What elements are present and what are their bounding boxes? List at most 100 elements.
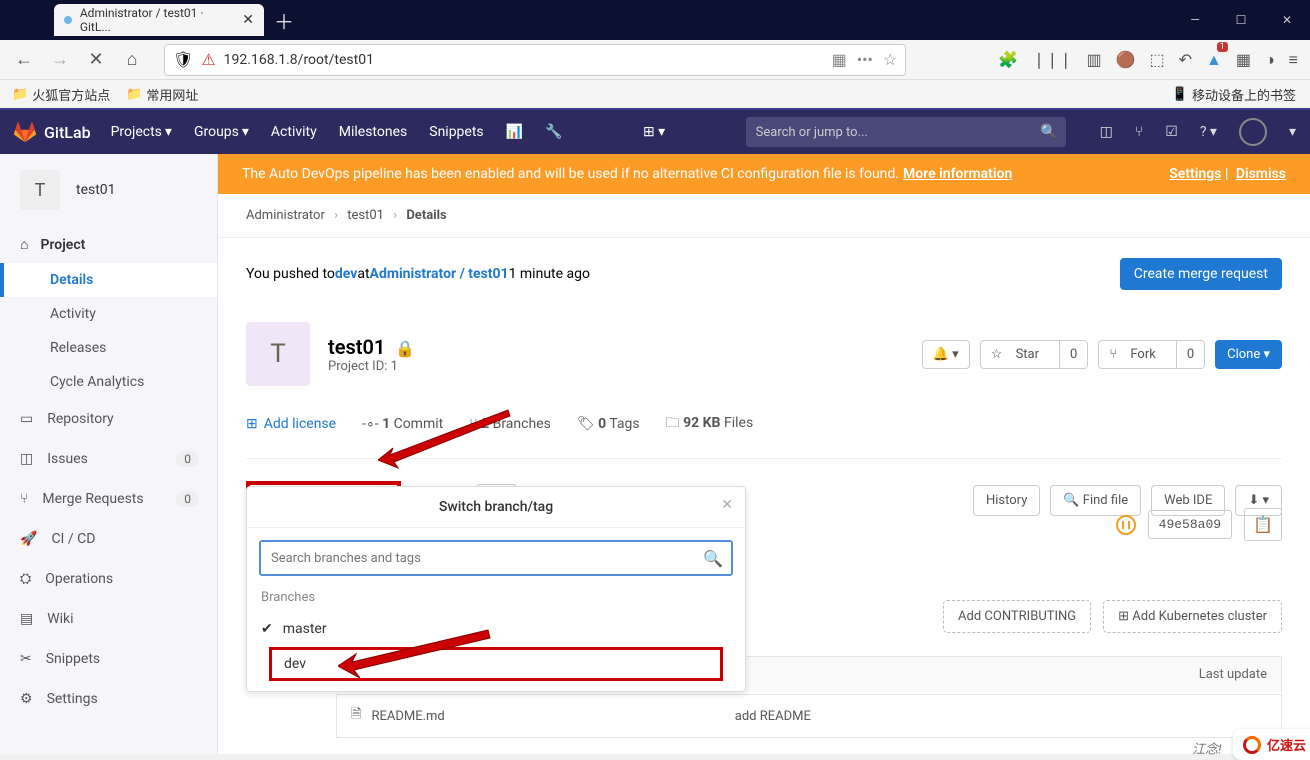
url-input[interactable]: 🛡 ⚠ 192.168.1.8/root/test01 ▦ ••• ☆ xyxy=(164,44,906,76)
tags-stat[interactable]: 🏷 0 Tags xyxy=(577,416,640,432)
todos-icon[interactable]: ☑ xyxy=(1165,124,1178,140)
breadcrumb: Administrator › test01 › Details xyxy=(218,194,1310,238)
stop-button[interactable]: ✕ xyxy=(84,49,108,70)
clone-button[interactable]: Clone ▾ xyxy=(1215,340,1282,369)
breadcrumb-project[interactable]: test01 xyxy=(347,208,384,223)
sidebar-operations[interactable]: ⛭Operations xyxy=(0,559,217,599)
project-tile[interactable]: T test01 xyxy=(0,154,217,226)
grid-icon[interactable]: ▦ xyxy=(1236,50,1251,69)
annotation-arrow-icon xyxy=(378,400,518,470)
push-branch-link[interactable]: dev xyxy=(335,266,357,282)
gitlab-icon xyxy=(14,121,36,143)
reader-icon[interactable]: ▥ xyxy=(1086,50,1101,69)
sidebar-settings[interactable]: ⚙Settings xyxy=(0,679,217,719)
breadcrumb-admin[interactable]: Administrator xyxy=(246,208,325,223)
screenshot-icon[interactable]: ⬚ xyxy=(1149,50,1164,69)
search-input[interactable] xyxy=(746,117,1066,147)
profile-avatar-icon[interactable]: 🟤 xyxy=(1116,50,1136,69)
chevron-down-icon: ▾ xyxy=(165,124,172,140)
fork-button[interactable]: ⑂ Fork0 xyxy=(1098,340,1205,369)
container-icon[interactable]: ◑ xyxy=(1265,50,1275,70)
sidebar-project-root[interactable]: ⌂ Project xyxy=(0,226,217,263)
sidebar-details[interactable]: Details xyxy=(0,263,217,297)
back-button[interactable]: ← xyxy=(12,49,36,70)
menu-icon[interactable]: ≡ xyxy=(1289,50,1298,70)
close-window-button[interactable]: ✕ xyxy=(1264,0,1310,40)
copy-sha-button[interactable]: 📋 xyxy=(1244,508,1282,541)
merge-request-icon[interactable]: ⑂ xyxy=(1135,124,1143,140)
sidebar: T test01 ⌂ Project Details Activity Rele… xyxy=(0,110,218,754)
chart-icon[interactable]: 📊 xyxy=(506,124,523,140)
sidebar-cycle-analytics[interactable]: Cycle Analytics xyxy=(0,365,217,399)
sidebar-releases[interactable]: Releases xyxy=(0,331,217,365)
check-icon: ✔ xyxy=(261,621,273,637)
push-project-link[interactable]: Administrator / test01 xyxy=(370,266,509,282)
notification-icon[interactable]: ▲1 xyxy=(1206,50,1222,70)
alert-settings-link[interactable]: Settings xyxy=(1169,166,1221,182)
wrench-icon[interactable]: 🔧 xyxy=(545,124,562,140)
nav-projects[interactable]: Projects ▾ xyxy=(111,124,172,140)
main-content: The Auto DevOps pipeline has been enable… xyxy=(218,110,1310,754)
settings-icon: ⚙ xyxy=(20,691,33,707)
new-tab-button[interactable]: ＋ xyxy=(274,6,294,35)
add-license-link[interactable]: ⊞ Add license xyxy=(246,416,336,432)
bookmark-folder[interactable]: 📁 火狐官方站点 xyxy=(12,85,110,104)
add-contributing-button[interactable]: Add CONTRIBUTING xyxy=(943,600,1091,633)
library-icon[interactable]: ❘❘❘ xyxy=(1032,50,1072,69)
close-icon[interactable]: ✕ xyxy=(721,497,733,513)
search-icon[interactable]: 🔍 xyxy=(1040,124,1057,140)
extension-icon[interactable]: 🧩 xyxy=(998,50,1018,69)
sidebar-cicd[interactable]: 🚀CI / CD xyxy=(0,519,217,559)
dropdown-section-label: Branches xyxy=(247,588,745,613)
nav-milestones[interactable]: Milestones xyxy=(339,124,408,140)
undo-icon[interactable]: ↶ xyxy=(1179,50,1192,69)
plus-icon[interactable]: ⊞ ▾ xyxy=(643,124,665,140)
sidebar-wiki[interactable]: ▤Wiki xyxy=(0,599,217,639)
search-icon[interactable]: 🔍 xyxy=(695,542,731,574)
tab-close-icon[interactable]: ✕ xyxy=(242,12,254,28)
gitlab-logo[interactable]: GitLab xyxy=(14,121,91,143)
qr-icon[interactable]: ▦ xyxy=(832,50,847,69)
star-button[interactable]: ☆ Star0 xyxy=(980,340,1089,369)
nav-activity[interactable]: Activity xyxy=(271,124,317,140)
alert-more-link[interactable]: More information xyxy=(903,166,1012,182)
repository-icon: ▭ xyxy=(20,411,33,427)
minimize-button[interactable]: — xyxy=(1172,0,1218,40)
mobile-bookmarks[interactable]: 📱 移动设备上的书签 xyxy=(1172,85,1296,104)
bookmark-folder[interactable]: 📁 常用网址 xyxy=(126,85,198,104)
file-row[interactable]: 🗎 README.md add README xyxy=(336,694,1282,738)
tab-title: Administrator / test01 · GitL... xyxy=(80,6,234,34)
maximize-button[interactable]: ☐ xyxy=(1218,0,1264,40)
sidebar-merge-requests[interactable]: ⑂Merge Requests0 xyxy=(0,479,217,519)
browser-tab[interactable]: Administrator / test01 · GitL... ✕ xyxy=(54,4,264,36)
meatball-icon[interactable]: ••• xyxy=(857,50,873,69)
commit-sha[interactable]: 49e58a09 xyxy=(1148,510,1232,539)
insecure-icon[interactable]: ⚠ xyxy=(201,50,215,69)
nav-snippets[interactable]: Snippets xyxy=(429,124,483,140)
file-name[interactable]: README.md xyxy=(371,709,444,724)
create-merge-request-button[interactable]: Create merge request xyxy=(1120,258,1282,290)
user-avatar[interactable] xyxy=(1239,118,1267,146)
shield-icon[interactable]: 🛡 xyxy=(173,50,193,69)
home-button[interactable]: ⌂ xyxy=(120,49,144,70)
sidebar-snippets[interactable]: ✂Snippets xyxy=(0,639,217,679)
files-stat[interactable]: 🗀 92 KB Files xyxy=(666,412,754,436)
help-icon[interactable]: ? ▾ xyxy=(1200,124,1217,140)
sidebar-activity[interactable]: Activity xyxy=(0,297,217,331)
branch-search-input[interactable]: 🔍 xyxy=(259,540,733,576)
bookmark-star-icon[interactable]: ☆ xyxy=(883,50,897,69)
global-search[interactable]: 🔍 xyxy=(746,117,1066,147)
sidebar-issues[interactable]: ◫Issues0 xyxy=(0,439,217,479)
add-k8s-button[interactable]: ⊞ Add Kubernetes cluster xyxy=(1103,600,1282,633)
project-name: test01 xyxy=(76,182,116,198)
nav-groups[interactable]: Groups ▾ xyxy=(194,124,249,140)
alert-dismiss-link[interactable]: Dismiss xyxy=(1236,166,1286,182)
sidebar-repository[interactable]: ▭Repository xyxy=(0,399,217,439)
commit-message[interactable]: add README xyxy=(735,709,811,724)
history-button[interactable]: History xyxy=(973,485,1040,516)
push-notice: You pushed to dev at Administrator / tes… xyxy=(246,238,1282,310)
branch-search-field[interactable] xyxy=(261,542,695,574)
notification-toggle[interactable]: 🔔 ▾ xyxy=(922,340,970,369)
issues-icon[interactable]: ◫ xyxy=(1100,124,1113,140)
pipeline-paused-icon[interactable] xyxy=(1116,515,1136,535)
